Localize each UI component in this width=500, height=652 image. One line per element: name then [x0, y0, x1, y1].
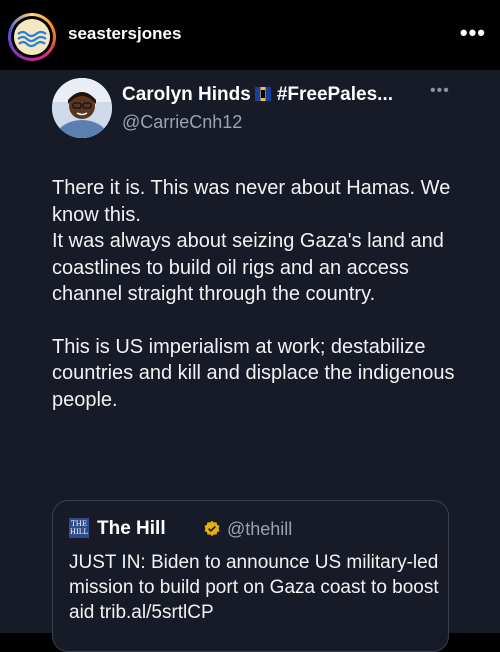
profile-avatar[interactable] [8, 13, 56, 61]
author-name-line[interactable]: Carolyn Hinds #FreePales... [122, 84, 393, 106]
quote-author-handle: @thehill [227, 519, 293, 539]
author-tag: #FreePales... [276, 84, 394, 105]
tweet-more-icon[interactable]: ••• [430, 82, 450, 100]
verified-badge-icon [204, 520, 220, 537]
tweet-card: Carolyn Hinds #FreePales... ••• @CarrieCn… [0, 70, 500, 652]
quote-text: JUST IN: Biden to announce US military-l… [69, 552, 439, 623]
author-avatar[interactable] [52, 78, 112, 138]
post-header: seastersjones ••• [0, 0, 500, 70]
tweet-line: This is US imperialism at work; destabil… [52, 335, 455, 411]
waves-logo-icon [14, 19, 50, 55]
tweet-line: It was always about seizing Gaza's land … [52, 230, 444, 305]
tweet-line: There it is. This was never about Hamas.… [52, 177, 451, 226]
author-name: Carolyn Hinds [122, 84, 251, 105]
quoted-tweet[interactable]: THE HILL The Hill @thehill JUST IN: Bide… [52, 500, 449, 652]
tweet-text: There it is. This was never about Hamas.… [52, 175, 472, 413]
barbados-flag-icon [254, 87, 271, 101]
author-handle[interactable]: @CarrieCnh12 [122, 112, 242, 133]
username[interactable]: seastersjones [68, 24, 181, 44]
the-hill-logo-icon: THE HILL [69, 518, 89, 538]
quote-author-name: The Hill [97, 518, 166, 539]
more-options-icon[interactable]: ••• [460, 20, 486, 46]
